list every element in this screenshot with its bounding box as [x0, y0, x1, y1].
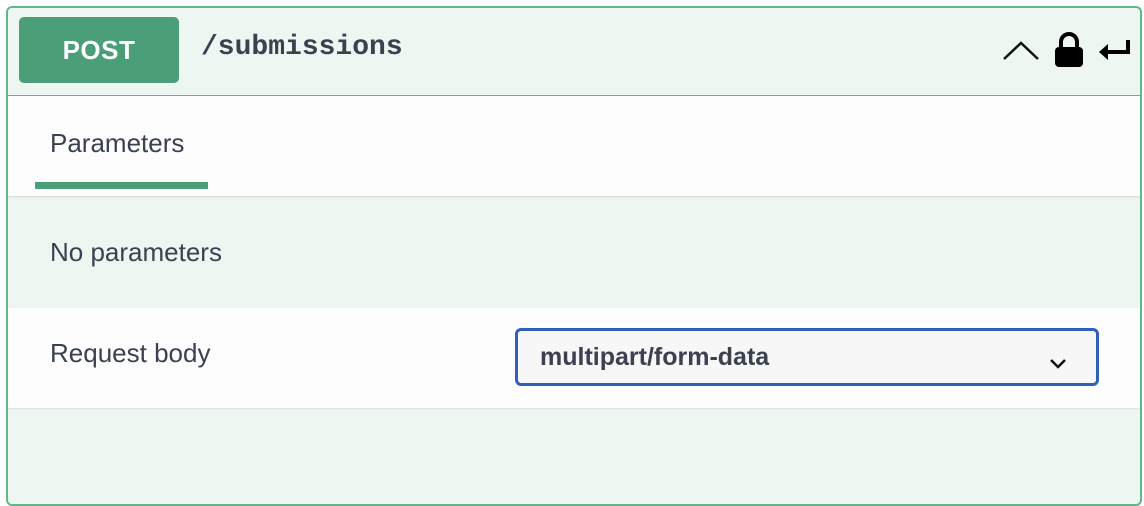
- content-type-select[interactable]: multipart/form-data: [515, 328, 1099, 386]
- operation-summary[interactable]: POST /submissions: [8, 8, 1140, 96]
- tabs-bar: Parameters: [8, 96, 1140, 196]
- operation-block: POST /submissions Parameters No paramete…: [6, 6, 1142, 506]
- method-badge: POST: [19, 17, 179, 83]
- content-type-value: multipart/form-data: [540, 342, 770, 371]
- active-tab-indicator: [35, 182, 208, 189]
- request-body-header: Request body multipart/form-data: [8, 308, 1140, 408]
- tab-parameters[interactable]: Parameters: [35, 96, 199, 190]
- lock-icon[interactable]: [1054, 32, 1084, 68]
- request-body-label: Request body: [50, 338, 211, 368]
- summary-controls: [1002, 30, 1132, 70]
- endpoint-path: /submissions: [201, 32, 403, 63]
- no-parameters-message: No parameters: [50, 236, 222, 267]
- chevron-up-icon[interactable]: [1002, 39, 1040, 61]
- return-arrow-icon[interactable]: [1098, 38, 1132, 62]
- chevron-down-icon: [1048, 349, 1068, 378]
